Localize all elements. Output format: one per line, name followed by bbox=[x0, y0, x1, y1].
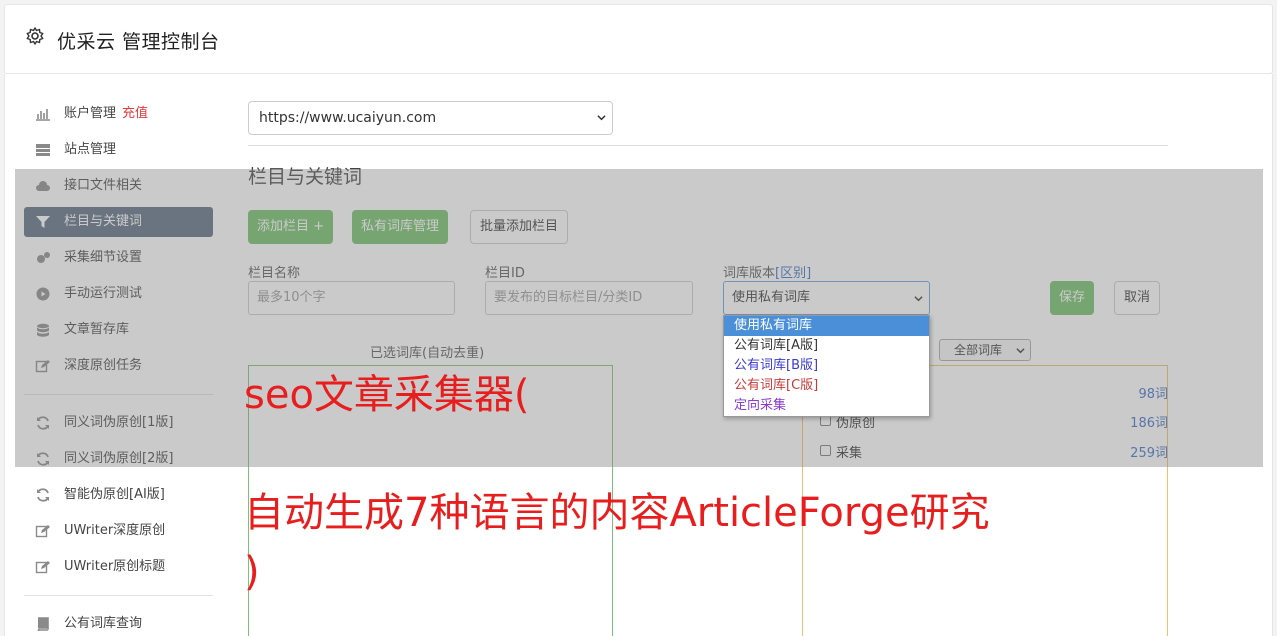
sidebar-item-sites[interactable]: 站点管理 bbox=[24, 135, 213, 165]
nav-divider bbox=[24, 595, 213, 596]
dropdown-option[interactable]: 公有词库[A版] bbox=[724, 336, 929, 356]
dropdown-option[interactable]: 定向采集 bbox=[724, 396, 929, 416]
recharge-link[interactable]: 充值 bbox=[122, 106, 148, 121]
dropdown-option[interactable]: 使用私有词库 bbox=[724, 316, 929, 336]
watermark-line-3: ) bbox=[244, 549, 260, 595]
edit-icon bbox=[35, 561, 50, 574]
dropdown-option[interactable]: 公有词库[C版] bbox=[724, 376, 929, 396]
app-header: 优采云 管理控制台 bbox=[4, 4, 1273, 74]
sidebar-item-account[interactable]: 账户管理 充值 bbox=[24, 99, 213, 129]
sidebar-item-label: 公有词库查询 bbox=[64, 616, 143, 631]
server-icon bbox=[36, 144, 50, 156]
gray-overlay bbox=[15, 169, 1263, 467]
gear-icon[interactable] bbox=[25, 26, 45, 46]
chevron-down-icon bbox=[597, 115, 606, 121]
refresh-icon bbox=[37, 488, 49, 502]
site-select[interactable]: https://www.ucaiyun.com bbox=[248, 101, 613, 135]
watermark-line-2: 自动生成7种语言的内容ArticleForge研究 bbox=[244, 490, 990, 536]
sidebar-item-label: UWriter原创标题 bbox=[64, 559, 166, 574]
book-icon bbox=[37, 617, 49, 631]
bar-chart-icon bbox=[36, 109, 50, 121]
sidebar-item-public-lib[interactable]: 公有词库查询 bbox=[24, 609, 213, 636]
sidebar-item-ai-rewrite[interactable]: 智能伪原创[AI版] bbox=[24, 480, 213, 510]
sidebar-item-label: 智能伪原创[AI版] bbox=[64, 487, 165, 502]
sidebar-item-uwriter-title[interactable]: UWriter原创标题 bbox=[24, 552, 213, 582]
sidebar-item-label: 站点管理 bbox=[64, 142, 117, 157]
watermark-line-1: seo文章采集器( bbox=[244, 372, 530, 418]
sidebar-item-label: 账户管理 bbox=[64, 106, 117, 121]
divider bbox=[248, 145, 1168, 146]
app-title: 优采云 管理控制台 bbox=[57, 31, 220, 53]
sidebar-item-uwriter-deep[interactable]: UWriter深度原创 bbox=[24, 516, 213, 546]
lib-version-dropdown[interactable]: 使用私有词库 公有词库[A版] 公有词库[B版] 公有词库[C版] 定向采集 bbox=[723, 315, 930, 417]
sidebar-item-label: UWriter深度原创 bbox=[64, 523, 166, 538]
dropdown-option[interactable]: 公有词库[B版] bbox=[724, 356, 929, 376]
edit-icon bbox=[35, 525, 50, 538]
